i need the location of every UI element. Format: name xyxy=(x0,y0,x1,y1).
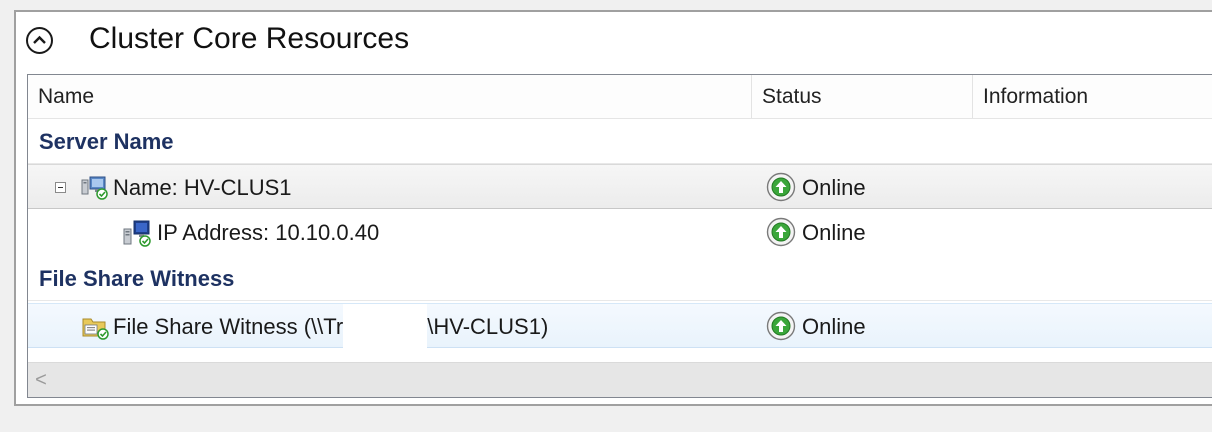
resource-name: Name: HV-CLUS1 xyxy=(113,175,292,200)
resource-name-suffix: \HV-CLUS1) xyxy=(427,314,549,339)
network-name-icon xyxy=(81,176,108,200)
ip-address-icon xyxy=(123,220,151,247)
collapse-button[interactable] xyxy=(26,27,53,54)
group-header-file-share-witness: File Share Witness xyxy=(28,255,1212,301)
redacted-block xyxy=(343,304,428,349)
column-header-information[interactable]: Information xyxy=(973,75,1212,118)
resource-row-ip-address[interactable]: IP Address: 10.10.0.40 Online xyxy=(28,210,1212,255)
group-header-server-name: Server Name xyxy=(28,118,1212,164)
chevron-up-icon xyxy=(33,35,46,44)
status-text: Online xyxy=(802,220,866,245)
status-text: Online xyxy=(802,314,866,339)
column-header-name[interactable]: Name xyxy=(28,75,752,118)
resource-name: IP Address: 10.10.0.40 xyxy=(157,220,380,245)
resource-name: File Share Witness (\\Tr \HV-CLUS1) xyxy=(113,304,548,349)
horizontal-scrollbar[interactable]: < xyxy=(28,362,1212,397)
panel-header: Cluster Core Resources xyxy=(16,12,1212,74)
status-text: Online xyxy=(802,175,866,200)
cluster-core-resources-panel: Cluster Core Resources Name Status Infor… xyxy=(14,10,1212,406)
online-status-icon xyxy=(766,311,796,341)
online-status-icon xyxy=(766,217,796,247)
online-status-icon xyxy=(766,172,796,202)
scroll-left-arrow-icon[interactable]: < xyxy=(28,363,54,397)
panel-title: Cluster Core Resources xyxy=(89,22,410,55)
column-header-row: Name Status Information xyxy=(28,75,1212,119)
column-header-status[interactable]: Status xyxy=(752,75,973,118)
group-label: File Share Witness xyxy=(39,266,235,291)
resource-row-file-share-witness[interactable]: File Share Witness (\\Tr \HV-CLUS1) Onlin… xyxy=(28,303,1212,349)
group-label: Server Name xyxy=(39,129,174,154)
resource-name-prefix: File Share Witness (\\Tr xyxy=(113,314,344,339)
file-share-witness-icon xyxy=(82,318,109,340)
collapse-toggle[interactable] xyxy=(55,182,66,193)
resources-grid: Name Status Information Server Name Name… xyxy=(27,74,1212,398)
resource-row-network-name[interactable]: Name: HV-CLUS1 Online xyxy=(28,164,1212,209)
